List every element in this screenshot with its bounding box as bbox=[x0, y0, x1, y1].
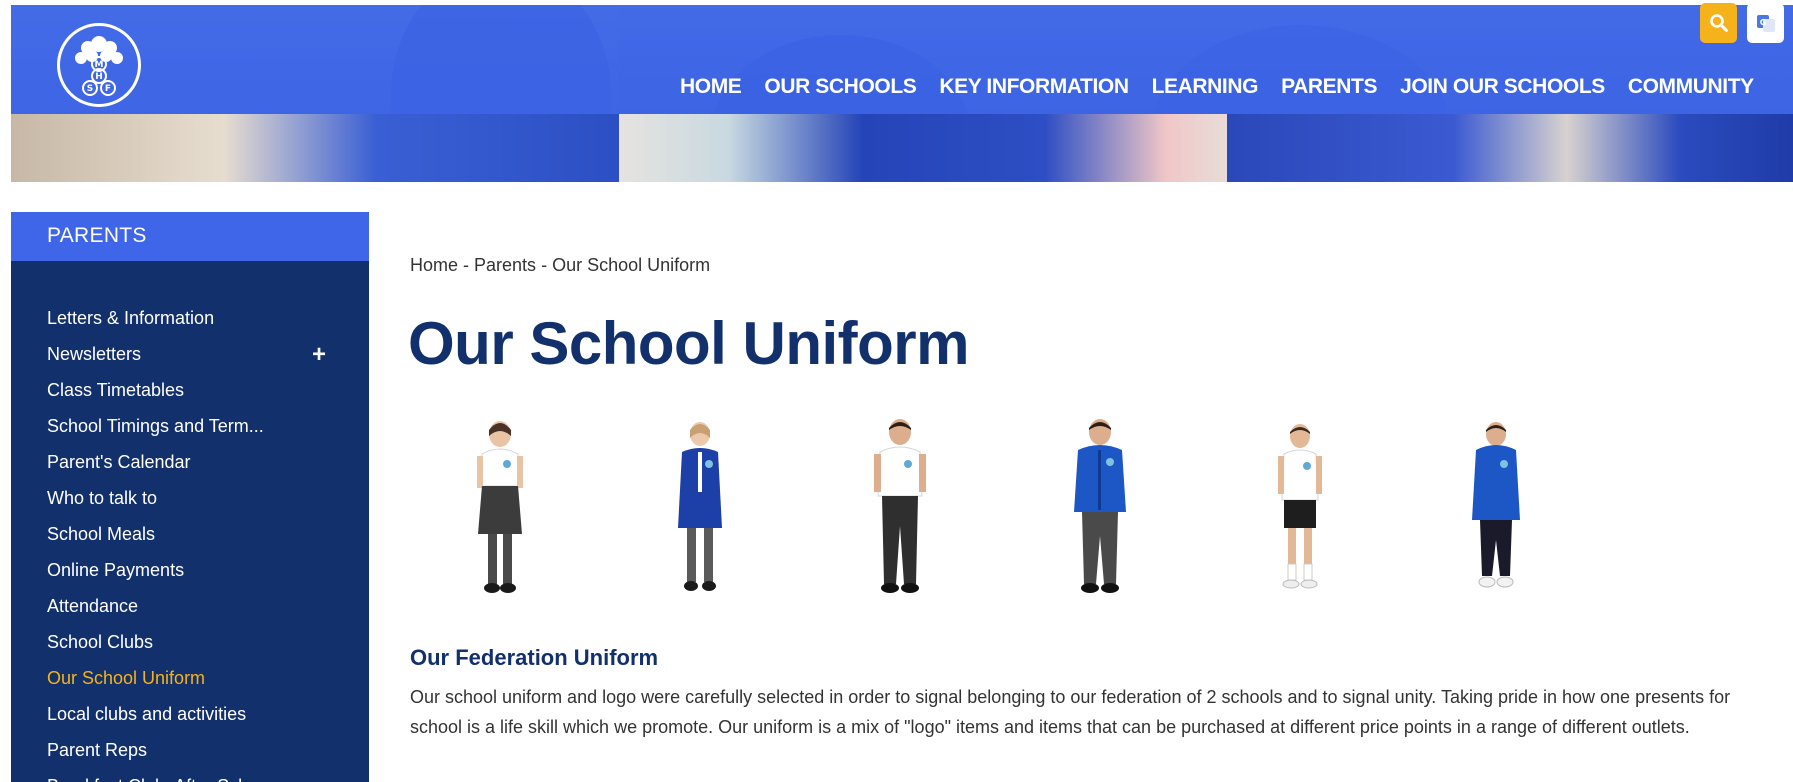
nav-parents[interactable]: PARENTS bbox=[1281, 75, 1377, 99]
sidebar-heading: PARENTS bbox=[11, 212, 369, 261]
breadcrumb-parents[interactable]: Parents bbox=[474, 255, 536, 276]
search-icon bbox=[1709, 14, 1728, 32]
breadcrumb: Home - Parents - Our School Uniform bbox=[410, 255, 710, 276]
svg-text:G: G bbox=[1759, 18, 1766, 27]
sidebar-item-letters-information[interactable]: Letters & Information bbox=[11, 300, 369, 336]
uniform-boy-polo-image bbox=[874, 419, 926, 593]
parents-sidebar: PARENTS Letters & Information Newsletter… bbox=[11, 212, 369, 782]
uniform-boy-hoodie-image bbox=[1472, 422, 1520, 588]
nav-learning[interactable]: LEARNING bbox=[1152, 75, 1259, 99]
tree-logo-icon: M H S F bbox=[75, 36, 123, 96]
logo-letter-m: M bbox=[95, 60, 104, 70]
sidebar-item-school-meals[interactable]: School Meals bbox=[11, 516, 369, 552]
nav-join-our-schools[interactable]: JOIN OUR SCHOOLS bbox=[1400, 75, 1605, 99]
sidebar-menu: Letters & Information Newsletters + Clas… bbox=[11, 261, 369, 782]
breadcrumb-current: Our School Uniform bbox=[552, 255, 711, 275]
search-button[interactable] bbox=[1700, 3, 1737, 43]
uniform-girl-polo-skirt-image bbox=[477, 421, 523, 593]
page-title: Our School Uniform bbox=[408, 310, 970, 377]
section-heading-federation-uniform: Our Federation Uniform bbox=[410, 645, 659, 670]
expand-plus-icon[interactable]: + bbox=[312, 341, 326, 369]
uniform-boy-fleece-image bbox=[1074, 419, 1126, 593]
sidebar-item-school-timings[interactable]: School Timings and Term... bbox=[11, 408, 369, 444]
sidebar-item-online-payments[interactable]: Online Payments bbox=[11, 552, 369, 588]
uniform-boy-pe-kit-image bbox=[1278, 424, 1322, 589]
sidebar-item-attendance[interactable]: Attendance bbox=[11, 588, 369, 624]
logo-letter-h: H bbox=[95, 72, 103, 82]
uniform-girl-cardigan-image bbox=[678, 422, 722, 591]
top-navigation-bar: M H S F HOME OUR SCHOOLS KEY INFORMATION… bbox=[11, 5, 1793, 114]
sidebar-item-class-timetables[interactable]: Class Timetables bbox=[11, 372, 369, 408]
sidebar-item-newsletters[interactable]: Newsletters + bbox=[11, 336, 369, 372]
breadcrumb-separator: - bbox=[463, 255, 470, 275]
logo-letter-f: F bbox=[105, 84, 111, 94]
breadcrumb-separator: - bbox=[541, 255, 548, 275]
translate-button[interactable]: G bbox=[1747, 3, 1784, 43]
nav-key-information[interactable]: KEY INFORMATION bbox=[939, 75, 1129, 99]
breadcrumb-home[interactable]: Home bbox=[410, 255, 458, 276]
sidebar-item-breakfast-club[interactable]: Breakfast Club, After Sch... bbox=[11, 768, 369, 782]
sidebar-item-label: Newsletters bbox=[47, 343, 142, 364]
sidebar-item-school-clubs[interactable]: School Clubs bbox=[11, 624, 369, 660]
logo-letter-s: S bbox=[87, 84, 93, 94]
nav-home[interactable]: HOME bbox=[680, 75, 742, 99]
sidebar-item-parents-calendar[interactable]: Parent's Calendar bbox=[11, 444, 369, 480]
banner-photo-strip bbox=[11, 114, 1793, 182]
sidebar-item-our-school-uniform[interactable]: Our School Uniform bbox=[11, 660, 369, 696]
school-logo[interactable]: M H S F bbox=[57, 23, 141, 107]
nav-our-schools[interactable]: OUR SCHOOLS bbox=[764, 75, 916, 99]
nav-community[interactable]: COMMUNITY bbox=[1628, 75, 1754, 99]
translate-icon: G bbox=[1756, 15, 1775, 32]
uniform-description-paragraph: Our school uniform and logo were careful… bbox=[410, 687, 1731, 737]
sidebar-item-who-to-talk-to[interactable]: Who to talk to bbox=[11, 480, 369, 516]
main-navigation: HOME OUR SCHOOLS KEY INFORMATION LEARNIN… bbox=[680, 75, 1754, 99]
sidebar-item-parent-reps[interactable]: Parent Reps bbox=[11, 732, 369, 768]
sidebar-item-local-clubs[interactable]: Local clubs and activities bbox=[11, 696, 369, 732]
